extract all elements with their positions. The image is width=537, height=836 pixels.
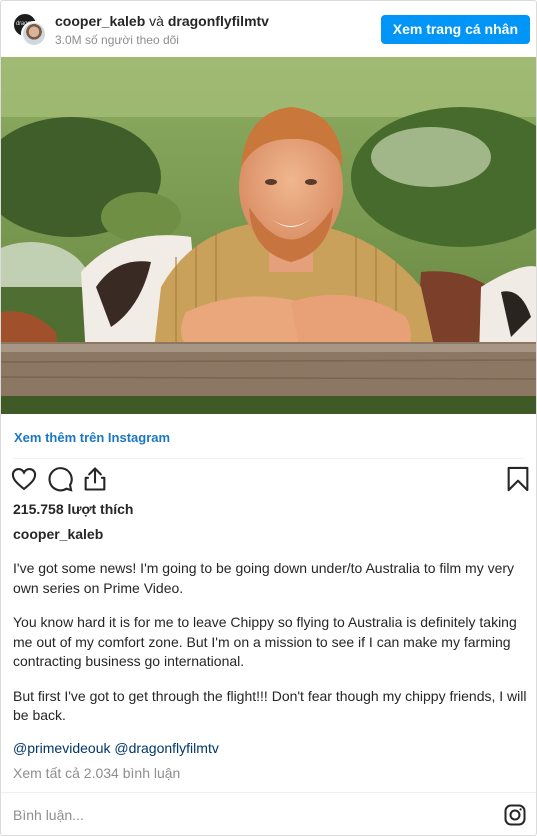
caption-paragraph: I've got some news! I'm going to be goin… xyxy=(13,560,515,596)
avatar-stack[interactable]: dragon xyxy=(12,12,47,47)
instagram-embed: dragon cooper_kaleb và dragonflyfilmtv 3… xyxy=(0,0,537,836)
like-count[interactable]: 215.758 lượt thích xyxy=(13,501,133,517)
view-more-on-instagram-link[interactable]: Xem thêm trên Instagram xyxy=(14,430,170,445)
collab-names: cooper_kaleb và dragonflyfilmtv xyxy=(55,13,269,29)
post-photo-illustration xyxy=(1,57,536,414)
avatar-cooper[interactable] xyxy=(21,21,47,47)
divider xyxy=(1,792,536,793)
action-bar xyxy=(1,465,536,497)
divider xyxy=(13,458,524,459)
post-caption: I've got some news! I'm going to be goin… xyxy=(13,559,528,741)
instagram-icon[interactable] xyxy=(503,803,527,827)
comment-bubble-icon[interactable] xyxy=(46,465,74,493)
follower-count: 3.0M số người theo dõi xyxy=(55,33,179,47)
caption-author[interactable]: cooper_kaleb xyxy=(13,526,103,542)
joiner-text: và xyxy=(149,13,164,29)
mention-links[interactable]: @primevideouk @dragonflyfilmtv xyxy=(13,740,219,756)
username-link-2[interactable]: dragonflyfilmtv xyxy=(168,13,269,29)
caption-paragraph: But first I've got to get through the fl… xyxy=(13,687,527,724)
comment-input[interactable]: Bình luận... xyxy=(13,807,84,823)
view-profile-button[interactable]: Xem trang cá nhân xyxy=(380,15,530,44)
view-all-comments-link[interactable]: Xem tất cả 2.034 bình luận xyxy=(13,765,180,781)
post-image[interactable] xyxy=(1,57,536,414)
caption-paragraph: You know hard it is for me to leave Chip… xyxy=(13,614,517,669)
bookmark-icon[interactable] xyxy=(504,465,532,493)
heart-icon[interactable] xyxy=(10,465,38,493)
post-header: dragon cooper_kaleb và dragonflyfilmtv 3… xyxy=(1,1,536,57)
username-link[interactable]: cooper_kaleb xyxy=(55,13,145,29)
share-icon[interactable] xyxy=(81,465,109,493)
